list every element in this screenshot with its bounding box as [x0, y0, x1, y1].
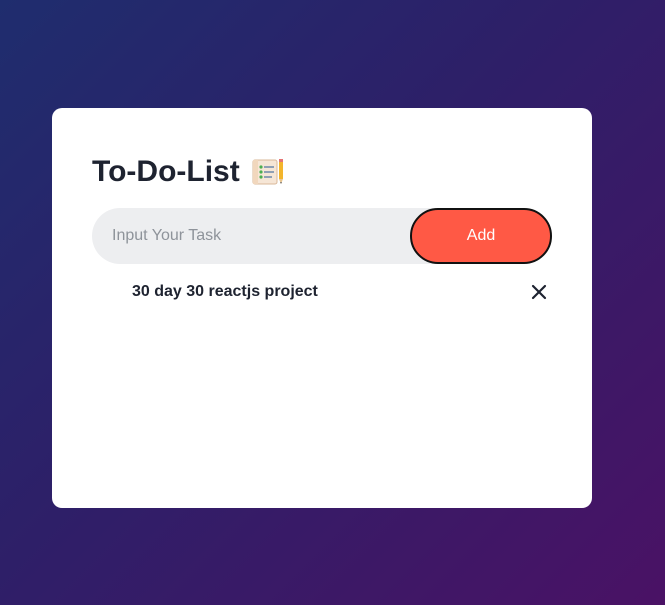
notepad-checklist-icon	[250, 157, 286, 187]
title-row: To-Do-List	[92, 150, 552, 194]
task-input[interactable]	[92, 208, 412, 264]
list-item[interactable]: 30 day 30 reactjs project	[92, 276, 552, 308]
todo-card: To-Do-List Add 30 day 30 reactjs p	[52, 108, 592, 508]
task-list: 30 day 30 reactjs project	[92, 276, 552, 308]
task-text[interactable]: 30 day 30 reactjs project	[132, 283, 318, 301]
page-title: To-Do-List	[92, 155, 240, 188]
add-button[interactable]: Add	[410, 208, 552, 264]
task-input-row: Add	[92, 208, 552, 264]
close-icon[interactable]	[530, 283, 548, 301]
